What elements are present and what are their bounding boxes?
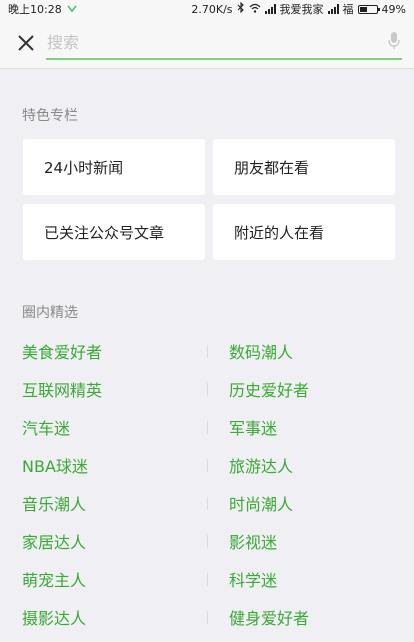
bluetooth-icon <box>237 1 245 16</box>
wifi-icon <box>249 3 261 16</box>
search-field <box>46 26 402 60</box>
circle-link[interactable]: 互联网精英 <box>22 377 207 401</box>
close-icon <box>18 35 34 51</box>
circle-link[interactable]: NBA球迷 <box>22 453 207 477</box>
signal-icon-2 <box>327 4 339 14</box>
circle-link[interactable]: 科学迷 <box>208 567 392 591</box>
circles-list: 美食爱好者 数码潮人 互联网精英 历史爱好者 汽车迷 军事迷 NBA球迷 旅游达… <box>22 332 392 636</box>
circle-link[interactable]: 音乐潮人 <box>22 491 207 515</box>
circle-link[interactable]: 旅游达人 <box>208 453 392 477</box>
circle-link[interactable]: 影视迷 <box>208 529 392 553</box>
featured-card[interactable]: 24小时新闻 <box>23 139 205 195</box>
circle-row: 美食爱好者 数码潮人 <box>22 332 392 370</box>
circle-row: 音乐潮人 时尚潮人 <box>22 484 392 522</box>
featured-card[interactable]: 附近的人在看 <box>213 204 395 260</box>
battery-icon <box>357 4 380 14</box>
circle-row: 汽车迷 军事迷 <box>22 408 392 446</box>
main-content: 特色专栏 24小时新闻 朋友都在看 已关注公众号文章 附近的人在看 圈内精选 美… <box>0 69 414 636</box>
circle-link[interactable]: 汽车迷 <box>22 415 207 439</box>
status-bar: 晚上10:28 2.70K/s 我爱我家 福 49% <box>0 0 414 18</box>
circle-row: 家居达人 影视迷 <box>22 522 392 560</box>
circle-link[interactable]: 家居达人 <box>22 529 207 553</box>
featured-card-grid: 24小时新闻 朋友都在看 已关注公众号文章 附近的人在看 <box>23 139 395 260</box>
circle-link[interactable]: 时尚潮人 <box>208 491 392 515</box>
circle-link[interactable]: 摄影达人 <box>22 605 207 629</box>
status-right: 2.70K/s 我爱我家 福 49% <box>191 1 406 17</box>
circle-row: 萌宠主人 科学迷 <box>22 560 392 598</box>
circle-row: 摄影达人 健身爱好者 <box>22 598 392 636</box>
circle-row: 互联网精英 历史爱好者 <box>22 370 392 408</box>
close-button[interactable] <box>14 31 38 55</box>
circles-section-title: 圈内精选 <box>22 305 78 321</box>
featured-section-title: 特色专栏 <box>22 108 78 124</box>
status-time: 晚上10:28 <box>8 3 62 16</box>
search-input[interactable] <box>46 32 402 52</box>
search-bar <box>0 18 414 69</box>
circle-link[interactable]: 萌宠主人 <box>22 567 207 591</box>
network-speed: 2.70K/s <box>191 2 233 16</box>
signal-icon <box>264 4 276 14</box>
circle-link[interactable]: 军事迷 <box>208 415 392 439</box>
circle-link[interactable]: 美食爱好者 <box>22 339 207 363</box>
circle-link[interactable]: 健身爱好者 <box>208 605 392 629</box>
microphone-icon <box>388 32 400 49</box>
microphone-button[interactable] <box>388 32 400 54</box>
notification-icon <box>67 3 77 16</box>
status-left: 晚上10:28 <box>8 1 77 17</box>
featured-card[interactable]: 已关注公众号文章 <box>23 204 205 260</box>
featured-card[interactable]: 朋友都在看 <box>213 139 395 195</box>
circle-link[interactable]: 数码潮人 <box>208 339 392 363</box>
carrier-1: 我爱我家 <box>279 3 324 16</box>
circle-row: NBA球迷 旅游达人 <box>22 446 392 484</box>
circle-link[interactable]: 历史爱好者 <box>208 377 392 401</box>
battery-percent: 49% <box>381 2 406 16</box>
carrier-2: 福 <box>342 3 354 16</box>
